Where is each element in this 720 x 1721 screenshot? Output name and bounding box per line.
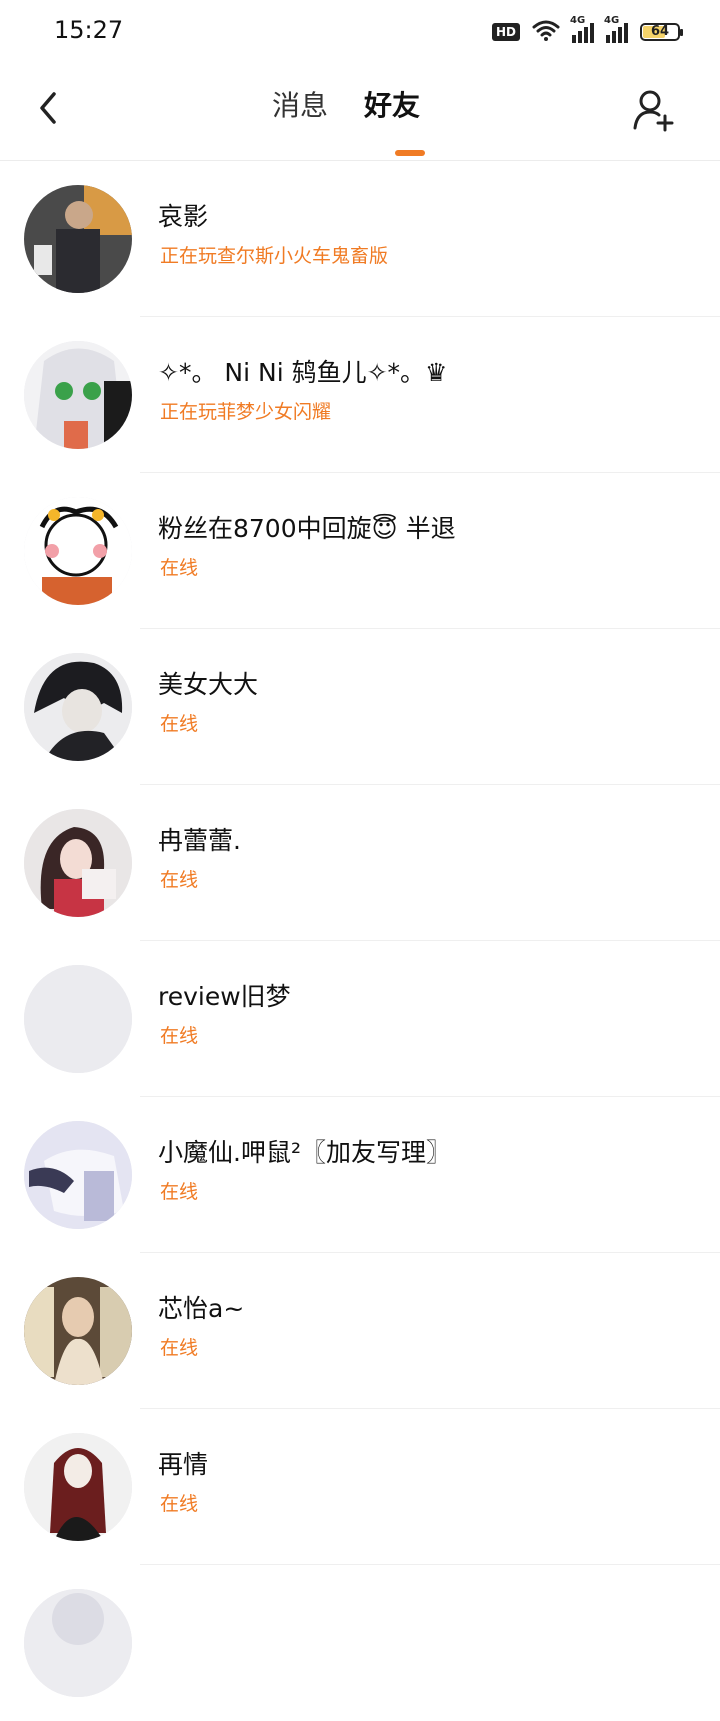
tab-bar: 消息 好友	[272, 84, 420, 134]
friend-name: 冉蕾蕾.	[158, 826, 241, 855]
friend-status: 正在玩查尔斯小火车鬼畜版	[160, 245, 389, 267]
avatar[interactable]	[24, 341, 132, 449]
status-icons: HD 4G 4G 64	[491, 15, 683, 46]
friend-status: 在线	[160, 557, 199, 579]
avatar[interactable]	[24, 497, 132, 605]
status-bar: 15:27 HD 4G 4G 64	[0, 0, 720, 64]
friend-row[interactable]: ✧*。 Ni Ni 鸫鱼儿✧*。♛ 正在玩菲梦少女闪耀	[0, 317, 720, 473]
friend-name: 粉丝在8700中回旋😇 半退	[158, 514, 456, 543]
avatar[interactable]	[24, 965, 132, 1073]
friend-row[interactable]: 哀影 正在玩查尔斯小火车鬼畜版	[0, 161, 720, 317]
friend-name: 小魔仙.呷鼠²〖加友写理〗	[158, 1138, 451, 1167]
friend-row[interactable]: review旧梦 在线	[0, 941, 720, 1097]
friend-status: 在线	[160, 1337, 199, 1359]
battery-icon: 64	[640, 23, 683, 41]
avatar[interactable]	[24, 1433, 132, 1541]
tab-friends[interactable]: 好友	[364, 84, 420, 134]
friend-status: 正在玩菲梦少女闪耀	[160, 401, 332, 423]
friend-row[interactable]: 再情 在线	[0, 1409, 720, 1565]
friend-name: review旧梦	[158, 982, 291, 1011]
friend-status: 在线	[160, 713, 199, 735]
back-button[interactable]	[30, 88, 70, 128]
friend-row[interactable]: 芯怡a~ 在线	[0, 1253, 720, 1409]
friend-status: 在线	[160, 1181, 199, 1203]
header: 消息 好友	[0, 64, 720, 161]
signal-icon-2: 4G	[604, 15, 628, 43]
friend-name: ✧*。 Ni Ni 鸫鱼儿✧*。♛	[158, 358, 448, 387]
hd-icon: HD	[491, 23, 520, 41]
avatar[interactable]	[24, 1121, 132, 1229]
friend-row[interactable]: 粉丝在8700中回旋😇 半退 在线	[0, 473, 720, 629]
avatar[interactable]	[24, 809, 132, 917]
friend-status: 在线	[160, 869, 199, 891]
friend-row-partial[interactable]	[0, 1565, 720, 1721]
friend-row[interactable]: 冉蕾蕾. 在线	[0, 785, 720, 941]
tab-messages[interactable]: 消息	[272, 84, 328, 134]
friend-list: 哀影 正在玩查尔斯小火车鬼畜版 ✧*。 Ni Ni 鸫鱼儿✧*。♛ 正在玩菲梦少…	[0, 161, 720, 1721]
avatar[interactable]	[24, 653, 132, 761]
battery-level: 64	[650, 24, 670, 39]
friend-name: 美女大大	[158, 670, 259, 699]
add-user-icon	[633, 90, 674, 132]
avatar[interactable]	[24, 1277, 132, 1385]
avatar[interactable]	[24, 185, 132, 293]
status-time: 15:27	[54, 16, 124, 44]
friend-name: 再情	[158, 1450, 209, 1479]
friend-status: 在线	[160, 1493, 199, 1515]
friend-row[interactable]: 美女大大 在线	[0, 629, 720, 785]
friend-name: 芯怡a~	[158, 1294, 245, 1323]
wifi-icon	[532, 19, 560, 45]
chevron-left-icon	[40, 92, 56, 124]
avatar[interactable]	[24, 1589, 132, 1697]
signal-icon-1: 4G	[570, 15, 594, 43]
add-friend-button[interactable]	[632, 88, 676, 132]
friend-status: 在线	[160, 1025, 199, 1047]
active-tab-indicator	[395, 150, 425, 156]
friend-row[interactable]: 小魔仙.呷鼠²〖加友写理〗 在线	[0, 1097, 720, 1253]
friend-name: 哀影	[158, 202, 209, 231]
